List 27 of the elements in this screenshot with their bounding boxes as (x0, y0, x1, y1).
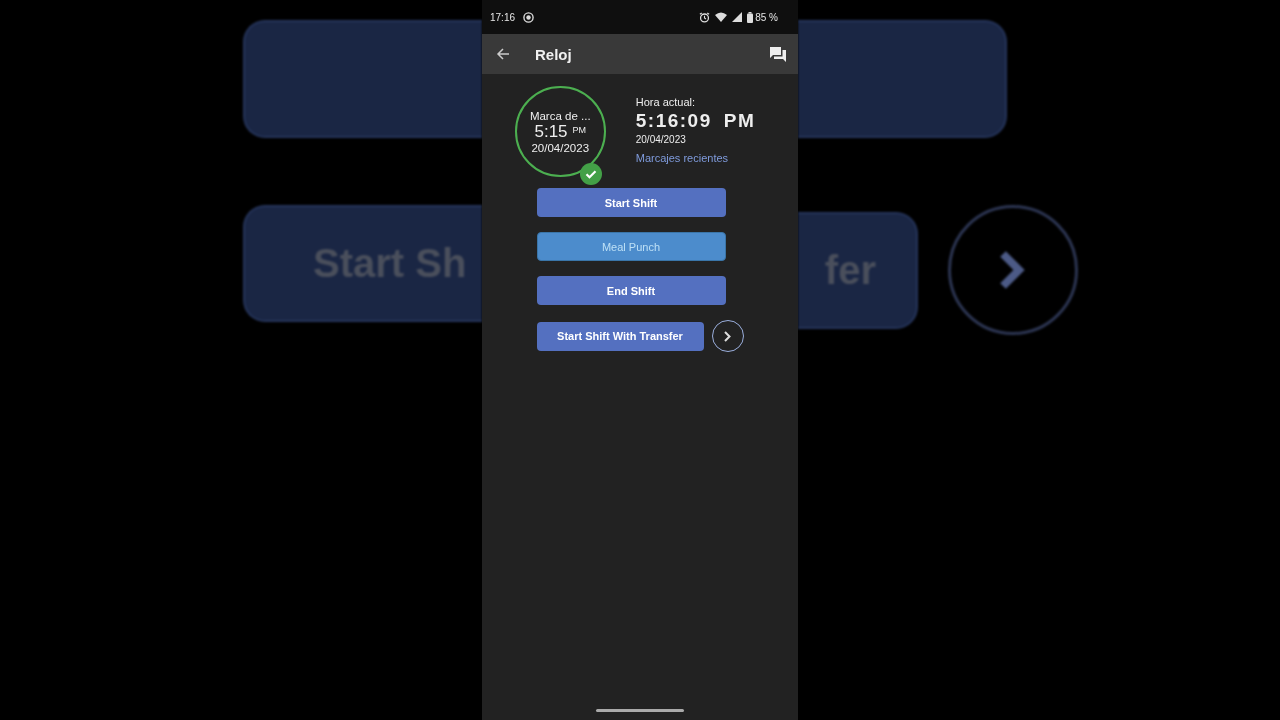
punch-button[interactable]: Start Shift (536, 188, 726, 217)
battery-percent: 85 % (755, 11, 778, 23)
last-punch-label: Marca de ... (529, 109, 591, 122)
record-icon (523, 11, 535, 23)
back-arrow-icon (496, 48, 510, 60)
chevron-right-icon (724, 330, 731, 342)
current-period: PM (723, 110, 756, 132)
back-button[interactable] (496, 48, 510, 60)
app-title: Reloj (535, 45, 572, 63)
gesture-handle[interactable] (596, 708, 684, 712)
last-punch-period: PM (572, 124, 587, 135)
current-date: 20/04/2023 (635, 134, 687, 145)
battery-icon (747, 11, 754, 23)
status-time: 17:16 (490, 11, 516, 23)
current-time: 5:16:09 (635, 110, 712, 132)
alarm-icon (699, 11, 711, 23)
transfer-button[interactable]: Start Shift With Transfer (536, 321, 704, 351)
punch-button[interactable]: Meal Punch (536, 232, 726, 261)
chat-button[interactable] (770, 46, 786, 62)
last-punch-time: 5:15 (534, 121, 568, 142)
signal-icon (732, 12, 743, 22)
punch-button[interactable]: End Shift (536, 276, 726, 305)
wifi-icon (715, 12, 728, 22)
chat-icon (770, 46, 786, 62)
current-time-label: Hora actual: (635, 96, 697, 108)
last-punch-date: 20/04/2023 (531, 141, 590, 154)
recent-punches-link[interactable]: Marcajes recientes (635, 152, 756, 164)
